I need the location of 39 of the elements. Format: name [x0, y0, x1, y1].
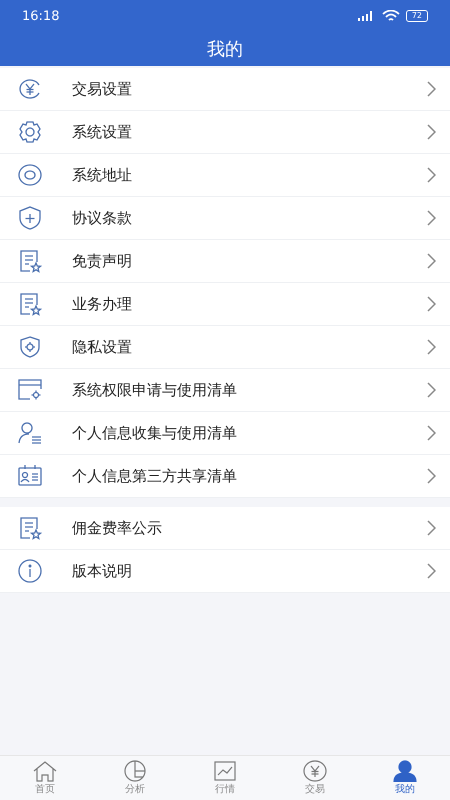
menu-item[interactable]: 版本说明: [0, 550, 450, 593]
chevron-icon: [427, 81, 436, 97]
menu-item[interactable]: 个人信息第三方共享清单: [0, 455, 450, 498]
shield-plus-icon: [17, 205, 43, 231]
menu-item[interactable]: 个人信息收集与使用清单: [0, 412, 450, 455]
menu-item[interactable]: 佣金费率公示: [0, 507, 450, 550]
tab-bar-item[interactable]: 我的: [360, 756, 450, 800]
page-title: 我的: [206, 38, 244, 62]
chevron-icon: [427, 563, 436, 579]
person-list-icon: [17, 420, 43, 446]
status-time: 16:18: [22, 8, 60, 24]
pie-chart-icon: [122, 760, 148, 782]
chevron-icon: [427, 468, 436, 484]
chevron-icon: [427, 382, 436, 398]
yen-icon: [302, 760, 328, 782]
chevron-icon: [427, 124, 436, 140]
menu-item[interactable]: 业务办理: [0, 283, 450, 326]
chevron-icon: [427, 253, 436, 269]
wifi-icon: [382, 10, 400, 22]
person-icon: [392, 760, 418, 782]
ring-icon: [17, 162, 43, 188]
info-icon: [17, 558, 43, 584]
chevron-icon: [427, 296, 436, 312]
chevron-icon: [427, 339, 436, 355]
menu-item[interactable]: 系统权限申请与使用清单: [0, 369, 450, 412]
menu-item[interactable]: 交易设置: [0, 68, 450, 111]
menu-item[interactable]: 系统地址: [0, 154, 450, 197]
menu-item[interactable]: 系统设置: [0, 111, 450, 154]
menu-item[interactable]: 隐私设置: [0, 326, 450, 369]
home-icon: [32, 760, 58, 782]
line-chart-icon: [212, 760, 238, 782]
settings-icon: [17, 119, 43, 145]
chevron-icon: [427, 425, 436, 441]
chevron-icon: [427, 210, 436, 226]
chevron-icon: [427, 520, 436, 536]
menu-item[interactable]: 协议条款: [0, 197, 450, 240]
chevron-icon: [427, 167, 436, 183]
menu-item[interactable]: 免责声明: [0, 240, 450, 283]
battery-indicator: 72: [406, 10, 428, 22]
